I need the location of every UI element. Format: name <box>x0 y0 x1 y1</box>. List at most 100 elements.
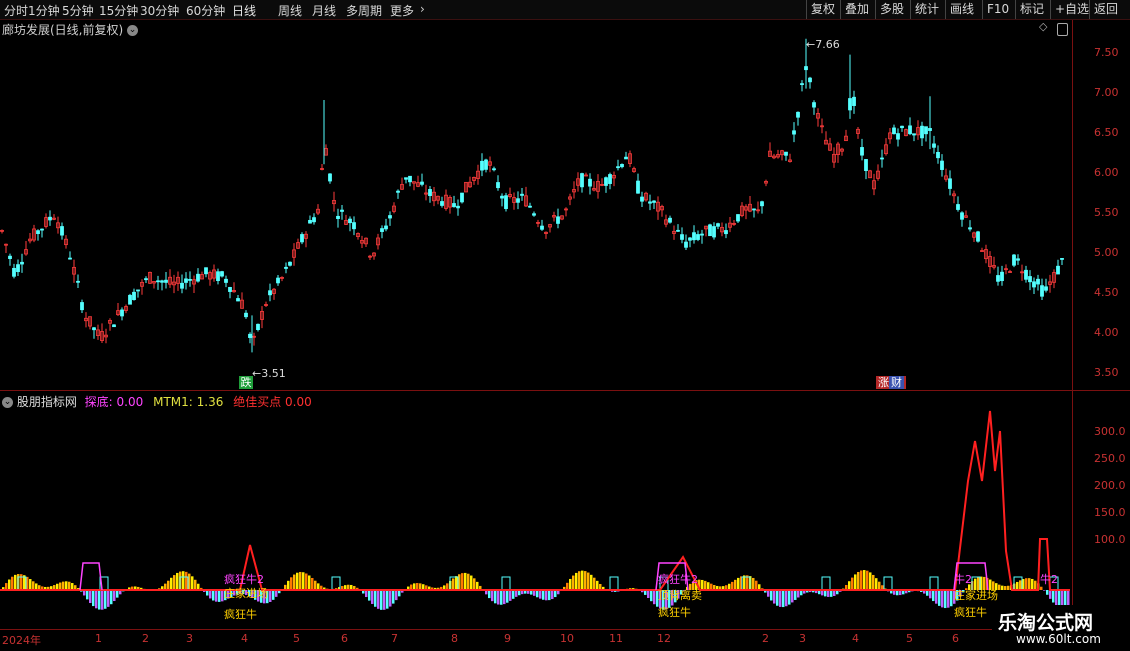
histogram-bar <box>545 590 548 600</box>
candlestick-chart[interactable] <box>0 20 1072 390</box>
period-tab-more[interactable]: 更多 <box>390 2 414 19</box>
period-toolbar: 分时 1分钟 5分钟 15分钟 30分钟 60分钟 日线 周线 月线 多周期 更… <box>0 0 1130 20</box>
date-label: 7 <box>391 632 398 645</box>
histogram-bar <box>566 583 569 590</box>
adjust-button[interactable]: 复权 <box>806 0 839 19</box>
period-tab-monthly[interactable]: 月线 <box>312 2 336 19</box>
histogram-bar <box>788 590 791 605</box>
histogram-bar <box>569 579 572 590</box>
candle-body <box>257 324 260 329</box>
buy-point-line <box>0 411 1070 590</box>
candle-body <box>977 232 980 241</box>
draw-line-button[interactable]: 画线 <box>945 0 978 19</box>
mark-button[interactable]: 标记 <box>1015 0 1048 19</box>
statistics-button[interactable]: 统计 <box>910 0 943 19</box>
histogram-bar <box>299 572 302 590</box>
period-tab-multi[interactable]: 多周期 <box>346 2 382 19</box>
date-label: 12 <box>657 632 671 645</box>
histogram-bar <box>269 590 272 602</box>
histogram-bar <box>857 572 860 590</box>
candle-body <box>309 220 312 223</box>
histogram-bar <box>536 590 539 597</box>
histogram-bar <box>572 576 575 590</box>
candle-body <box>1041 286 1044 297</box>
histogram-bar <box>503 590 506 604</box>
multi-stock-button[interactable]: 多股 <box>875 0 908 19</box>
histogram-bar <box>932 590 935 601</box>
histogram-bar <box>209 590 212 598</box>
period-tab-60min[interactable]: 60分钟 <box>186 2 225 19</box>
candle-body <box>485 160 488 169</box>
histogram-bar <box>854 574 857 590</box>
candle-body <box>709 225 712 236</box>
histogram-bar <box>464 573 467 590</box>
overlay-button[interactable]: 叠加 <box>840 0 873 19</box>
candle-body <box>113 325 116 327</box>
histogram-bar <box>113 590 116 601</box>
low-price-label: ←3.51 <box>252 367 286 380</box>
histogram-bar <box>65 581 68 590</box>
y-tick: 4.50 <box>1094 286 1119 299</box>
period-tab-30min[interactable]: 30分钟 <box>140 2 179 19</box>
down-marker[interactable]: 跌 <box>239 376 253 389</box>
candle-body <box>881 158 884 159</box>
candle-body <box>137 290 140 291</box>
histogram-bar <box>473 578 476 590</box>
histogram-bar <box>383 590 386 610</box>
histogram-bar <box>212 590 215 601</box>
period-tab-1min[interactable]: 1分钟 <box>28 2 60 19</box>
histogram-bar <box>737 578 740 590</box>
candle-body <box>145 279 148 280</box>
histogram-bar <box>929 590 932 598</box>
histogram-bar <box>272 590 275 600</box>
candle-body <box>461 193 464 202</box>
candle-body <box>481 161 484 170</box>
histogram-bar <box>590 575 593 590</box>
histogram-bar <box>491 590 494 601</box>
candle-body <box>541 226 544 229</box>
candle-body <box>625 157 628 159</box>
histogram-bar <box>1028 578 1031 590</box>
candle-body <box>337 216 340 218</box>
date-label: 6 <box>952 632 959 645</box>
histogram-bar <box>461 573 464 590</box>
histogram-bar <box>365 590 368 597</box>
period-tab-daily[interactable]: 日线 <box>232 2 256 19</box>
histogram-bar <box>377 590 380 609</box>
period-tab-fenshi[interactable]: 分时 <box>4 2 28 19</box>
candle-body <box>725 230 728 233</box>
period-tab-5min[interactable]: 5分钟 <box>62 2 94 19</box>
candle-body <box>421 182 424 184</box>
f10-button[interactable]: F10 <box>982 0 1013 19</box>
histogram-bar <box>5 583 8 590</box>
candle-body <box>501 196 504 198</box>
date-label: 3 <box>799 632 806 645</box>
candle-body <box>697 235 700 240</box>
period-tab-weekly[interactable]: 周线 <box>278 2 302 19</box>
candle-body <box>961 213 964 219</box>
back-button[interactable]: 返回 <box>1089 0 1122 19</box>
candle-body <box>1029 277 1032 282</box>
event-marker[interactable]: 涨财 <box>876 376 906 389</box>
date-label: 4 <box>852 632 859 645</box>
histogram-bar <box>938 590 941 606</box>
candle-body <box>901 126 904 127</box>
histogram-bar <box>470 576 473 590</box>
histogram-bar <box>287 581 290 590</box>
histogram-bar <box>8 580 11 590</box>
candle-body <box>589 179 592 186</box>
period-tab-15min[interactable]: 15分钟 <box>99 2 138 19</box>
histogram-bar <box>488 590 491 598</box>
date-label: 1 <box>95 632 102 645</box>
date-label: 3 <box>186 632 193 645</box>
histogram-bar <box>110 590 113 604</box>
candle-body <box>793 131 796 134</box>
histogram-bar <box>455 576 458 590</box>
candle-body <box>457 206 460 208</box>
candle-body <box>229 287 232 291</box>
add-watchlist-button[interactable]: +自选 <box>1050 0 1093 19</box>
indicator-chart[interactable] <box>0 391 1072 629</box>
histogram-bar <box>548 590 551 600</box>
histogram-bar <box>647 590 650 598</box>
histogram-bar <box>95 590 98 608</box>
